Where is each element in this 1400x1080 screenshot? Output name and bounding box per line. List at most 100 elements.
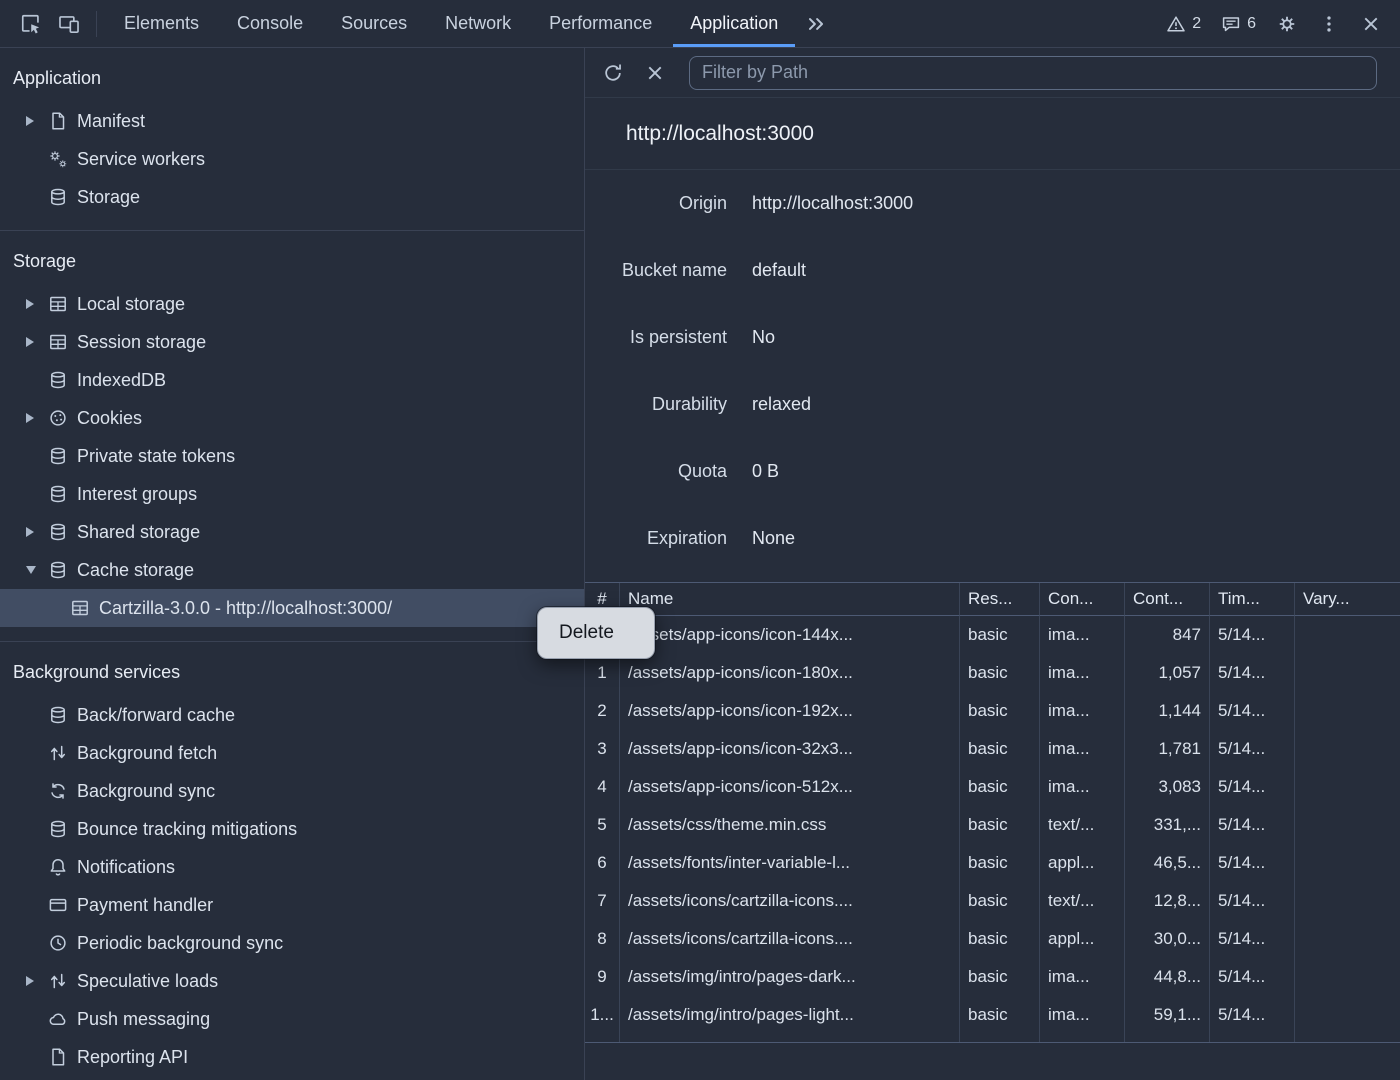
column-header-tim[interactable]: Tim...: [1210, 583, 1295, 616]
cache-entry-cell[interactable]: ima...: [1040, 768, 1125, 806]
cache-entry-cell[interactable]: [1295, 654, 1400, 692]
sidebar-item-background-fetch[interactable]: Background fetch: [0, 734, 584, 772]
delete-menu-item[interactable]: Delete: [538, 622, 654, 644]
cache-entry-cell[interactable]: 44,8...: [1125, 958, 1210, 996]
sidebar-item-session-storage[interactable]: Session storage: [0, 323, 584, 361]
sidebar-item-payment-handler[interactable]: Payment handler: [0, 886, 584, 924]
column-header-res[interactable]: Res...: [960, 583, 1040, 616]
cache-entry-cell[interactable]: 5/14...: [1210, 616, 1295, 654]
cache-entry-name[interactable]: /assets/app-icons/icon-144x...: [620, 616, 960, 654]
cache-entry-cell[interactable]: 331,...: [1125, 806, 1210, 844]
tab-application[interactable]: Application: [671, 0, 797, 47]
cache-entry-cell[interactable]: 1,781: [1125, 730, 1210, 768]
sidebar-item-back-forward-cache[interactable]: Back/forward cache: [0, 696, 584, 734]
device-toolbar-icon[interactable]: [50, 0, 88, 47]
column-header-con[interactable]: Con...: [1040, 583, 1125, 616]
sidebar-item-storage[interactable]: Storage: [0, 178, 584, 216]
cache-entry-cell[interactable]: 5/14...: [1210, 1034, 1295, 1043]
sidebar-item-cookies[interactable]: Cookies: [0, 399, 584, 437]
cache-entry-cell[interactable]: basic: [960, 692, 1040, 730]
cache-entry-cell[interactable]: [1295, 692, 1400, 730]
sidebar-item-private-state-tokens[interactable]: Private state tokens: [0, 437, 584, 475]
cache-entry-cell[interactable]: 1,144: [1125, 692, 1210, 730]
cache-entry-cell[interactable]: 5/14...: [1210, 806, 1295, 844]
chevron-right-icon[interactable]: [26, 976, 34, 986]
chevron-right-icon[interactable]: [26, 527, 34, 537]
more-tabs-icon[interactable]: [797, 0, 835, 47]
settings-gear-icon[interactable]: [1268, 13, 1306, 35]
cache-entry-cell[interactable]: [1295, 806, 1400, 844]
cache-entry-cell[interactable]: 1,057: [1125, 654, 1210, 692]
cache-entry-cell[interactable]: 5/14...: [1210, 882, 1295, 920]
tab-console[interactable]: Console: [218, 0, 322, 47]
cache-entry-cell[interactable]: 847: [1125, 616, 1210, 654]
sidebar-item-interest-groups[interactable]: Interest groups: [0, 475, 584, 513]
cache-entry-cell[interactable]: text/...: [1040, 882, 1125, 920]
cache-entry-cell[interactable]: ima...: [1040, 996, 1125, 1034]
issues-badge[interactable]: 6: [1213, 14, 1264, 34]
clear-icon[interactable]: [637, 55, 673, 91]
cache-entry-cell[interactable]: 46,5...: [1125, 844, 1210, 882]
column-header-vary[interactable]: Vary...: [1295, 583, 1400, 616]
sidebar-item-local-storage[interactable]: Local storage: [0, 285, 584, 323]
cache-entry-name[interactable]: /assets/img/intro/pages-dark...: [620, 958, 960, 996]
cache-entry-cell[interactable]: ima...: [1040, 958, 1125, 996]
chevron-down-icon[interactable]: [26, 566, 36, 574]
cache-entry-name[interactable]: /assets/icons/cartzilla-icons....: [620, 882, 960, 920]
cache-entry-name[interactable]: /assets/app-icons/icon-180x...: [620, 654, 960, 692]
cache-entry-cell[interactable]: basic: [960, 920, 1040, 958]
cache-entry-cell[interactable]: [1295, 768, 1400, 806]
cache-entry-cell[interactable]: 5/14...: [1210, 844, 1295, 882]
cache-entry-cell[interactable]: text/...: [1040, 1034, 1125, 1043]
cache-entry-cell[interactable]: basic: [960, 996, 1040, 1034]
cache-entry-cell[interactable]: basic: [960, 844, 1040, 882]
refresh-icon[interactable]: [595, 55, 631, 91]
cache-entry-cell[interactable]: 3,083: [1125, 768, 1210, 806]
cache-entry-cell[interactable]: 5/14...: [1210, 654, 1295, 692]
cache-entry-cell[interactable]: 5/14...: [1210, 996, 1295, 1034]
cache-entry-cell[interactable]: 11: [585, 1034, 620, 1043]
cache-entry-cell[interactable]: 5/14...: [1210, 958, 1295, 996]
tab-performance[interactable]: Performance: [530, 0, 671, 47]
filter-input[interactable]: [689, 56, 1377, 90]
cache-entry-name[interactable]: /assets/css/theme.min.css: [620, 806, 960, 844]
column-header-cont[interactable]: Cont...: [1125, 583, 1210, 616]
cache-entry-name[interactable]: /assets/app-icons/icon-32x3...: [620, 730, 960, 768]
cache-entry-cell[interactable]: basic: [960, 1034, 1040, 1043]
cache-entry-cell[interactable]: ima...: [1040, 692, 1125, 730]
cache-entry-cell[interactable]: 5/14...: [1210, 692, 1295, 730]
tab-network[interactable]: Network: [426, 0, 530, 47]
cache-entry-cell[interactable]: basic: [960, 882, 1040, 920]
sidebar-item-speculative-loads[interactable]: Speculative loads: [0, 962, 584, 1000]
sidebar-item-periodic-background-sync[interactable]: Periodic background sync: [0, 924, 584, 962]
cache-entry-cell[interactable]: [1295, 616, 1400, 654]
cache-entry-cell[interactable]: text/...: [1040, 806, 1125, 844]
cache-entry-name[interactable]: /assets/app-icons/icon-512x...: [620, 768, 960, 806]
cache-entry-cell[interactable]: 30,449: [1125, 1034, 1210, 1043]
sidebar-item-background-sync[interactable]: Background sync: [0, 772, 584, 810]
cache-entry-cell[interactable]: basic: [960, 806, 1040, 844]
tab-sources[interactable]: Sources: [322, 0, 426, 47]
cache-entry-name[interactable]: /assets/js/theme.min.js: [620, 1034, 960, 1043]
cache-entry-cell[interactable]: appl...: [1040, 844, 1125, 882]
chevron-right-icon[interactable]: [26, 413, 34, 423]
cache-entry-cell[interactable]: [1295, 844, 1400, 882]
cache-entry-cell[interactable]: 9: [585, 958, 620, 996]
cache-entry-cell[interactable]: 1...: [585, 996, 620, 1034]
cache-entry-cell[interactable]: 6: [585, 844, 620, 882]
cache-entry-cell[interactable]: ima...: [1040, 616, 1125, 654]
cache-entry-cell[interactable]: 4: [585, 768, 620, 806]
cache-entry-cell[interactable]: 5/14...: [1210, 730, 1295, 768]
cache-entry-cell[interactable]: 7: [585, 882, 620, 920]
cache-entry-cell[interactable]: [1295, 996, 1400, 1034]
chevron-right-icon[interactable]: [26, 116, 34, 126]
cache-entry-cell[interactable]: 59,1...: [1125, 996, 1210, 1034]
cache-entry-cell[interactable]: basic: [960, 654, 1040, 692]
cache-entry-name[interactable]: /assets/app-icons/icon-192x...: [620, 692, 960, 730]
cache-entry-cell[interactable]: basic: [960, 730, 1040, 768]
chevron-right-icon[interactable]: [26, 299, 34, 309]
cache-entry-name[interactable]: /assets/icons/cartzilla-icons....: [620, 920, 960, 958]
cache-entry-cell[interactable]: 1: [585, 654, 620, 692]
sidebar-item-cartzilla-3-0-0-http-localhost-3000[interactable]: Cartzilla-3.0.0 - http://localhost:3000/: [0, 589, 584, 627]
cache-entry-cell[interactable]: [1295, 920, 1400, 958]
